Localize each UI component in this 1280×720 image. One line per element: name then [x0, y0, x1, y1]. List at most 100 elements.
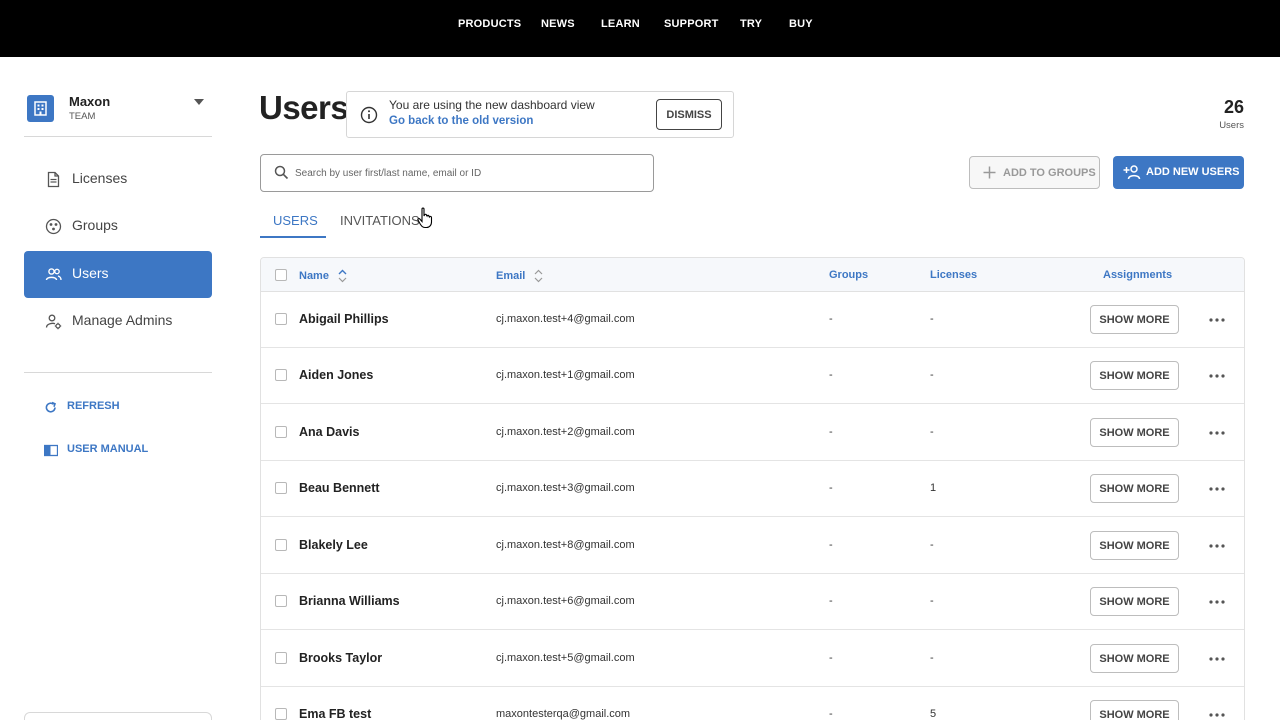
sidebar-divider — [24, 136, 212, 137]
show-more-button[interactable]: SHOW MORE — [1090, 418, 1179, 447]
show-more-button[interactable]: SHOW MORE — [1090, 305, 1179, 334]
more-options-icon[interactable] — [1208, 651, 1226, 667]
user-groups: - — [829, 369, 833, 381]
row-checkbox[interactable] — [275, 426, 287, 438]
column-header-name[interactable]: Name — [299, 269, 347, 283]
dismiss-button[interactable]: DISMISS — [656, 99, 722, 130]
show-more-button[interactable]: SHOW MORE — [1090, 474, 1179, 503]
tab-invitations[interactable]: INVITATIONS — [340, 213, 420, 228]
user-email: cj.maxon.test+1@gmail.com — [496, 369, 635, 381]
nav-buy[interactable]: BUY — [789, 18, 813, 30]
banner-message: You are using the new dashboard view — [389, 98, 595, 112]
sidebar-item-users[interactable]: Users — [24, 251, 212, 298]
sidebar-divider — [24, 372, 212, 373]
sort-icon[interactable] — [338, 269, 347, 283]
nav-news[interactable]: NEWS — [541, 18, 575, 30]
add-user-icon — [1123, 165, 1141, 180]
plus-icon — [983, 166, 996, 179]
nav-try[interactable]: TRY — [740, 18, 762, 30]
user-email: maxontesterqa@gmail.com — [496, 708, 631, 720]
user-groups: - — [829, 313, 833, 325]
show-more-button[interactable]: SHOW MORE — [1090, 531, 1179, 560]
table-row: Brianna Williams cj.maxon.test+6@gmail.c… — [261, 574, 1244, 630]
user-groups: - — [829, 708, 833, 720]
more-options-icon[interactable] — [1208, 368, 1226, 384]
column-header-groups: Groups — [829, 269, 869, 281]
more-options-icon[interactable] — [1208, 707, 1226, 720]
user-licenses: - — [930, 652, 934, 664]
sidebar-bottom-card — [24, 712, 212, 720]
user-email: cj.maxon.test+4@gmail.com — [496, 313, 635, 325]
user-manual-label: USER MANUAL — [67, 443, 149, 455]
book-icon — [44, 444, 58, 457]
user-count-value: 26 — [1223, 97, 1244, 117]
user-groups: - — [829, 652, 833, 664]
row-checkbox[interactable] — [275, 595, 287, 607]
manage-admins-icon — [45, 314, 62, 330]
row-checkbox[interactable] — [275, 313, 287, 325]
row-checkbox[interactable] — [275, 369, 287, 381]
row-checkbox[interactable] — [275, 539, 287, 551]
show-more-button[interactable]: SHOW MORE — [1090, 587, 1179, 616]
user-email: cj.maxon.test+8@gmail.com — [496, 539, 635, 551]
nav-learn[interactable]: LEARN — [601, 18, 640, 30]
sidebar-item-manage-admins[interactable]: Manage Admins — [24, 298, 212, 345]
info-icon — [360, 106, 378, 124]
tab-users[interactable]: USERS — [273, 213, 318, 228]
row-checkbox[interactable] — [275, 708, 287, 720]
user-name: Abigail Phillips — [299, 312, 389, 326]
user-groups: - — [829, 595, 833, 607]
user-groups: - — [829, 482, 833, 494]
users-icon — [45, 268, 62, 281]
user-licenses: - — [930, 595, 934, 607]
nav-products[interactable]: PRODUCTS — [458, 18, 521, 30]
refresh-label: REFRESH — [67, 400, 120, 412]
sort-icon[interactable] — [534, 269, 543, 283]
top-navigation: PRODUCTS NEWS LEARN SUPPORT TRY BUY — [0, 0, 1280, 57]
nav-support[interactable]: SUPPORT — [664, 18, 719, 30]
team-subtitle: TEAM — [69, 111, 96, 122]
user-groups: - — [829, 426, 833, 438]
sidebar-item-label: Licenses — [72, 170, 128, 186]
page-title: Users — [259, 89, 349, 126]
more-options-icon[interactable] — [1208, 538, 1226, 554]
caret-down-icon[interactable] — [194, 99, 204, 105]
table-row: Beau Bennett cj.maxon.test+3@gmail.com -… — [261, 461, 1244, 517]
add-to-groups-button[interactable]: ADD TO GROUPS — [969, 156, 1100, 189]
more-options-icon[interactable] — [1208, 312, 1226, 328]
refresh-icon — [45, 401, 56, 413]
user-licenses: 1 — [930, 482, 937, 494]
search-input[interactable] — [295, 163, 635, 183]
more-options-icon[interactable] — [1208, 425, 1226, 441]
search-icon — [274, 165, 289, 180]
more-options-icon[interactable] — [1208, 481, 1226, 497]
add-new-users-label: ADD NEW USERS — [1146, 166, 1240, 178]
users-table: Name Email Groups Licenses Assignments A… — [260, 257, 1245, 720]
column-header-assignments: Assignments — [1103, 269, 1173, 281]
add-new-users-button[interactable]: ADD NEW USERS — [1113, 156, 1244, 189]
user-licenses: - — [930, 539, 934, 551]
team-switcher[interactable]: Maxon TEAM — [27, 93, 213, 125]
user-name: Blakely Lee — [299, 538, 368, 552]
user-email: cj.maxon.test+5@gmail.com — [496, 652, 635, 664]
user-name: Aiden Jones — [299, 368, 374, 382]
sidebar-item-licenses[interactable]: Licenses — [24, 156, 212, 203]
row-checkbox[interactable] — [275, 482, 287, 494]
user-email: cj.maxon.test+2@gmail.com — [496, 426, 635, 438]
user-email: cj.maxon.test+3@gmail.com — [496, 482, 635, 494]
table-row: Ana Davis cj.maxon.test+2@gmail.com - - … — [261, 405, 1244, 461]
show-more-button[interactable]: SHOW MORE — [1090, 644, 1179, 673]
table-row: Abigail Phillips cj.maxon.test+4@gmail.c… — [261, 292, 1244, 348]
old-version-link[interactable]: Go back to the old version — [389, 115, 533, 127]
add-to-groups-label: ADD TO GROUPS — [1003, 167, 1096, 179]
column-header-email[interactable]: Email — [496, 269, 543, 283]
column-header-name-label: Name — [299, 269, 329, 282]
show-more-button[interactable]: SHOW MORE — [1090, 361, 1179, 390]
groups-icon — [45, 218, 62, 235]
select-all-checkbox[interactable] — [275, 269, 287, 281]
user-licenses: 5 — [930, 708, 937, 720]
show-more-button[interactable]: SHOW MORE — [1090, 700, 1179, 720]
sidebar-item-groups[interactable]: Groups — [24, 203, 212, 250]
more-options-icon[interactable] — [1208, 594, 1226, 610]
row-checkbox[interactable] — [275, 652, 287, 664]
